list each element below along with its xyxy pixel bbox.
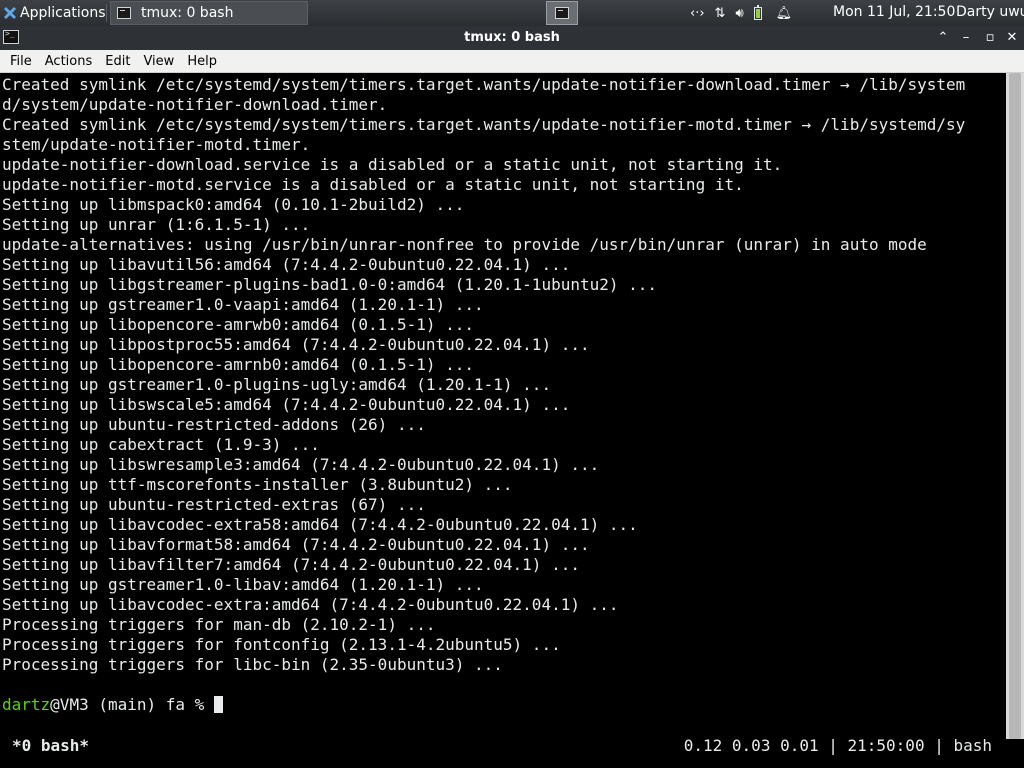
terminal-line: Setting up libswresample3:amd64 (7:4.4.2…	[2, 455, 600, 474]
taskbar-window-label: tmux: 0 bash	[141, 5, 234, 21]
terminal-line: Created symlink /etc/systemd/system/time…	[2, 115, 966, 134]
shell-prompt[interactable]: dartz@VM3 (main) fa %	[2, 695, 223, 714]
taskbar-window-button[interactable]: tmux: 0 bash	[110, 1, 308, 25]
menu-edit[interactable]: Edit	[105, 54, 130, 69]
terminal-line: Setting up libopencore-amrwb0:amd64 (0.1…	[2, 315, 475, 334]
terminal-icon	[555, 7, 569, 19]
terminal-output: Created symlink /etc/systemd/system/time…	[2, 75, 1002, 675]
terminal-area[interactable]: Created symlink /etc/systemd/system/time…	[0, 73, 1024, 768]
transfer-icon[interactable]: ⇅	[715, 6, 726, 21]
prompt-user: dartz	[2, 695, 51, 714]
terminal-line: Setting up gstreamer1.0-plugins-ugly:amd…	[2, 375, 552, 394]
terminal-line: d/system/update-notifier-download.timer.	[2, 95, 388, 114]
terminal-line: Setting up libpostproc55:amd64 (7:4.4.2-…	[2, 335, 590, 354]
applications-label: Applications	[20, 5, 106, 21]
terminal-line: Setting up unrar (1:6.1.5-1) ...	[2, 215, 311, 234]
terminal-line: Setting up ubuntu-restricted-extras (67)…	[2, 495, 426, 514]
terminal-line: update-notifier-download.service is a di…	[2, 155, 783, 174]
menu-help[interactable]: Help	[187, 54, 217, 69]
notification-bell-icon[interactable]: 🔔︎	[776, 6, 793, 21]
terminal-line: Setting up cabextract (1.9-3) ...	[2, 435, 320, 454]
scrollbar-thumb[interactable]	[1009, 73, 1021, 739]
window-maximize-up-icon[interactable]: ⌃	[933, 28, 953, 48]
tmux-status-right: 0.12 0.03 0.01 | 21:50:00 | bash	[683, 736, 992, 755]
terminal-icon	[117, 7, 131, 19]
workspace-switcher[interactable]	[546, 1, 578, 25]
terminal-line: Processing triggers for man-db (2.10.2-1…	[2, 615, 436, 634]
volume-icon[interactable]: 🔊︎	[735, 6, 743, 21]
panel-separator	[106, 4, 107, 22]
terminal-line: Setting up libavutil56:amd64 (7:4.4.2-0u…	[2, 255, 571, 274]
menu-file[interactable]: File	[10, 54, 32, 69]
terminal-line: Processing triggers for libc-bin (2.35-0…	[2, 655, 503, 674]
applications-menu-button[interactable]: Applications	[0, 0, 106, 26]
menubar: File Actions Edit View Help	[0, 50, 1024, 73]
window-title: tmux: 0 bash	[464, 30, 560, 45]
terminal-line: Setting up libswscale5:amd64 (7:4.4.2-0u…	[2, 395, 571, 414]
xfce-logo-icon	[3, 6, 17, 20]
terminal-line: Setting up gstreamer1.0-vaapi:amd64 (1.2…	[2, 295, 484, 314]
battery-icon[interactable]	[753, 4, 762, 20]
terminal-line: Setting up libavformat58:amd64 (7:4.4.2-…	[2, 535, 590, 554]
top-panel: Applications tmux: 0 bash ‹·› ⇅ 🔊︎ 🔔︎ Mo…	[0, 0, 1024, 26]
terminal-line: Setting up libmspack0:amd64 (0.10.1-2bui…	[2, 195, 465, 214]
network-icon[interactable]: ‹·›	[690, 6, 705, 21]
terminal-line: update-alternatives: using /usr/bin/unra…	[2, 235, 927, 254]
terminal-line: Created symlink /etc/systemd/system/time…	[2, 75, 966, 94]
window-close-icon[interactable]: ✕	[1002, 28, 1022, 48]
menu-actions[interactable]: Actions	[45, 54, 93, 69]
text-cursor	[213, 696, 223, 713]
window-minimize-icon[interactable]: –	[956, 28, 976, 48]
terminal-line: Setting up libgstreamer-plugins-bad1.0-0…	[2, 275, 658, 294]
terminal-line: Setting up libavcodec-extra:amd64 (7:4.4…	[2, 595, 619, 614]
terminal-line: Setting up libopencore-amrnb0:amd64 (0.1…	[2, 355, 475, 374]
menu-view[interactable]: View	[143, 54, 174, 69]
prompt-text: @VM3 (main) fa %	[50, 695, 214, 714]
terminal-line: Processing triggers for fontconfig (2.13…	[2, 635, 561, 654]
terminal-line: Setting up ubuntu-restricted-addons (26)…	[2, 415, 426, 434]
window-restore-icon[interactable]: ▫	[980, 28, 1000, 48]
terminal-line: Setting up libavcodec-extra58:amd64 (7:4…	[2, 515, 638, 534]
user-menu[interactable]: Darty uwu	[956, 4, 1024, 20]
terminal-line: update-notifier-motd.service is a disabl…	[2, 175, 744, 194]
window-titlebar[interactable]: tmux: 0 bash ⌃ – ▫ ✕	[0, 26, 1024, 50]
terminal-line: Setting up ttf-mscorefonts-installer (3.…	[2, 475, 513, 494]
terminal-line: Setting up gstreamer1.0-libav:amd64 (1.2…	[2, 575, 484, 594]
tmux-window-name[interactable]: *0 bash*	[12, 736, 89, 755]
system-tray: ‹·› ⇅ 🔊︎ 🔔︎	[690, 0, 802, 26]
terminal-line: stem/update-notifier-motd.timer.	[2, 135, 311, 154]
tmux-status-bar: *0 bash* 0.12 0.03 0.01 | 21:50:00 | bas…	[0, 735, 1024, 759]
terminal-scrollbar[interactable]	[1006, 73, 1024, 739]
clock[interactable]: Mon 11 Jul, 21:50	[833, 4, 955, 20]
terminal-line: Setting up libavfilter7:amd64 (7:4.4.2-0…	[2, 555, 580, 574]
